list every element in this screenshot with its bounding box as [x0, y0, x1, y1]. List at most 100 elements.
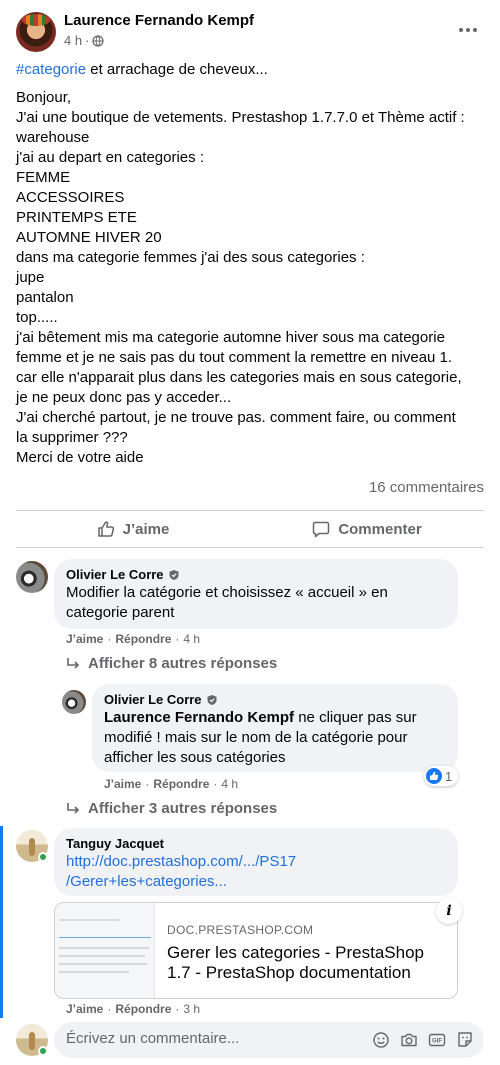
post-text-line: AUTOMNE HIVER 20	[16, 229, 162, 246]
post-text-line: pantalon	[16, 289, 74, 306]
comment-reply-link[interactable]: Répondre	[115, 632, 171, 646]
show-more-replies[interactable]: Afficher 8 autres réponses	[66, 655, 277, 672]
comment-bubble: Tanguy Jacquet http://doc.prestashop.com…	[54, 828, 458, 896]
post-text-line: jupe	[16, 269, 45, 286]
svg-text:GIF: GIF	[432, 1039, 442, 1045]
show-more-replies[interactable]: Afficher 3 autres réponses	[66, 800, 277, 817]
post-text-line: la supprimer ???	[16, 429, 128, 446]
link-preview-title[interactable]: Gerer les categories - PrestaShop 1.7 - …	[167, 943, 424, 983]
show-more-replies-label: Afficher 3 autres réponses	[88, 800, 278, 817]
post-text-line: top.....	[16, 309, 58, 326]
post-text-line: Bonjour,	[16, 89, 72, 106]
comment-like-link[interactable]: J’aime	[66, 1002, 103, 1016]
post-text-line: J'ai une boutique de vetements. Prestash…	[16, 109, 465, 126]
post-first-line-text: et arrachage de cheveux...	[86, 61, 268, 78]
mention-link[interactable]: Laurence Fernando Kempf	[104, 709, 294, 726]
reaction-summary[interactable]: 1	[424, 766, 459, 786]
thumbs-up-icon	[97, 521, 114, 537]
commenter-name-text: Olivier Le Corre	[66, 567, 164, 582]
online-status-dot	[38, 852, 48, 862]
post-text-line: FEMME	[16, 169, 71, 186]
comment-button-label: Commenter	[338, 520, 422, 538]
reply-arrow-icon	[67, 802, 80, 814]
comment-actions: J’aime · Répondre · 3 h	[66, 1002, 201, 1016]
like-button[interactable]: J’aime	[16, 511, 250, 547]
emoji-icon[interactable]	[372, 1031, 390, 1049]
comment-count[interactable]: 16 commentaires	[369, 479, 484, 496]
post-text-line: ACCESSOIRES	[16, 189, 125, 206]
post-header: Laurence Fernando Kempf 4 h ·	[16, 12, 484, 54]
comment-line: afficher les sous catégories	[104, 749, 286, 766]
commenter-name[interactable]: Tanguy Jacquet	[66, 836, 446, 852]
post-text-line: dans ma categorie femmes j'ai des sous c…	[16, 249, 365, 266]
comment-bubble-icon	[313, 521, 330, 538]
post-text-line: j'ai bêtement mis ma categorie automne h…	[16, 329, 445, 346]
post-text-line: femme et je ne sais pas du tout comment …	[16, 349, 453, 366]
author-avatar[interactable]	[16, 12, 56, 52]
commenter-name[interactable]: Olivier Le Corre	[66, 567, 446, 583]
comment-line: modifié ! mais sur le nom de la catégori…	[104, 729, 408, 746]
divider	[16, 547, 484, 548]
post-text-line: car elle n'apparait plus dans les catego…	[16, 369, 462, 386]
post-text-line: Merci de votre aide	[16, 449, 144, 466]
show-more-replies-label: Afficher 8 autres réponses	[88, 655, 278, 672]
online-status-dot	[38, 1046, 48, 1056]
post-text-lines: Bonjour, J'ai une boutique de vetements. …	[16, 88, 486, 468]
post-meta: 4 h ·	[64, 33, 105, 48]
camera-icon[interactable]	[400, 1031, 418, 1049]
comment-link-line[interactable]: /Gerer+les+categories...	[66, 872, 446, 892]
composer-tools: GIF	[372, 1031, 474, 1049]
post-action-bar: J’aime Commenter	[16, 511, 484, 547]
post-time[interactable]: 4 h	[64, 33, 82, 48]
commenter-avatar[interactable]	[16, 561, 48, 593]
comment-time[interactable]: 3 h	[183, 1002, 200, 1016]
commenter-name-text: Tanguy Jacquet	[66, 836, 165, 851]
shield-badge-icon	[207, 695, 217, 705]
author-name[interactable]: Laurence Fernando Kempf	[64, 12, 254, 29]
comment-text: Modifier la catégorie et choisissez « ac…	[66, 583, 446, 623]
reply-arrow-icon	[67, 657, 80, 669]
post-body: #categorie et arrachage de cheveux... Bo…	[16, 60, 486, 468]
post-text-line: je ne peux donc pas y acceder...	[16, 389, 232, 406]
reaction-count: 1	[445, 768, 453, 784]
comment-actions: J’aime · Répondre · 4 h	[66, 632, 201, 646]
link-title-line: 1.7 - PrestaShop documentation	[167, 963, 411, 982]
sticker-icon[interactable]	[456, 1031, 474, 1049]
post-text-line: J'ai cherché partout, je ne trouve pas. …	[16, 409, 456, 426]
comment-line-rest: ne cliquer pas sur	[294, 709, 417, 726]
comment-line: Laurence Fernando Kempf ne cliquer pas s…	[104, 708, 446, 728]
gif-icon[interactable]: GIF	[428, 1031, 446, 1049]
like-button-label: J’aime	[122, 520, 170, 538]
more-options-icon[interactable]	[456, 20, 480, 40]
link-title-line: Gerer les categories - PrestaShop	[167, 943, 425, 962]
comment-link-line[interactable]: http://doc.prestashop.com/.../PS17	[66, 852, 446, 872]
comment-input[interactable]	[66, 1030, 356, 1047]
link-preview-domain: DOC.PRESTASHOP.COM	[167, 923, 314, 937]
shield-badge-icon	[169, 570, 179, 580]
comment-link[interactable]: http://doc.prestashop.com/.../PS17 /Gere…	[66, 852, 446, 892]
meta-separator: ·	[85, 33, 90, 48]
comment-like-link[interactable]: J’aime	[104, 777, 141, 791]
like-reaction-icon	[426, 768, 442, 784]
comment-composer: GIF	[54, 1022, 484, 1058]
comment-time[interactable]: 4 h	[221, 777, 238, 791]
hashtag-link[interactable]: #categorie	[16, 61, 86, 78]
commenter-avatar[interactable]	[62, 690, 86, 714]
comment-bubble: Olivier Le Corre Laurence Fernando Kempf…	[92, 684, 458, 772]
info-icon[interactable]: i	[436, 898, 462, 924]
comment-button[interactable]: Commenter	[250, 511, 484, 547]
comment-line: categorie parent	[66, 604, 175, 621]
highlighted-thread-bar	[0, 826, 3, 1018]
post-first-line: #categorie et arrachage de cheveux...	[16, 60, 486, 80]
comment-text: Laurence Fernando Kempf ne cliquer pas s…	[104, 708, 446, 768]
link-preview-card[interactable]: DOC.PRESTASHOP.COM Gerer les categories …	[54, 902, 458, 999]
comment-like-link[interactable]: J’aime	[66, 632, 103, 646]
comment-bubble: Olivier Le Corre Modifier la catégorie e…	[54, 559, 458, 629]
comment-reply-link[interactable]: Répondre	[153, 777, 209, 791]
comment-time[interactable]: 4 h	[183, 632, 200, 646]
post-text-line: j'ai au depart en categories :	[16, 149, 204, 166]
comment-reply-link[interactable]: Répondre	[115, 1002, 171, 1016]
commenter-name[interactable]: Olivier Le Corre	[104, 692, 446, 708]
post-text-line: warehouse	[16, 129, 90, 146]
commenter-name-text: Olivier Le Corre	[104, 692, 202, 707]
